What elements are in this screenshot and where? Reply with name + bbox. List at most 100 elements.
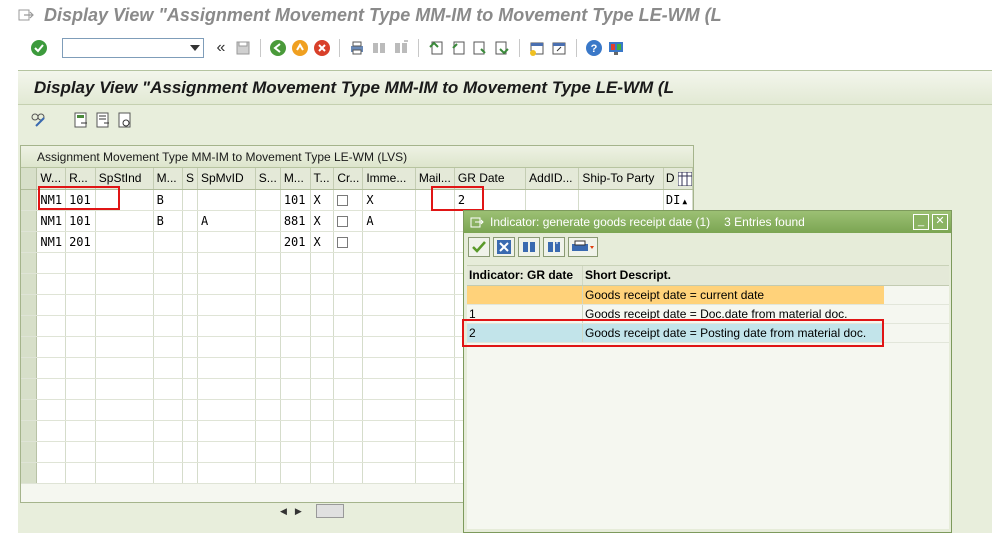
last-page-icon[interactable] — [492, 38, 512, 58]
cell-t[interactable]: X — [310, 210, 335, 232]
scroll-thumb[interactable] — [315, 504, 344, 518]
column-header[interactable]: Ship-To Party — [578, 168, 664, 190]
next-page-icon[interactable] — [470, 38, 490, 58]
column-header[interactable]: Imme... — [362, 168, 416, 190]
accept-check-icon[interactable] — [468, 237, 490, 257]
short-description[interactable]: Goods receipt date = current date — [583, 286, 884, 304]
row-selector[interactable] — [21, 441, 38, 463]
deselect-all-icon[interactable] — [93, 110, 113, 130]
column-header[interactable]: Indicator: GR date — [467, 266, 583, 285]
cell-cr[interactable] — [333, 231, 364, 253]
row-selector[interactable] — [21, 189, 38, 211]
cell-ship-to[interactable] — [578, 189, 664, 211]
cell-cr[interactable] — [333, 189, 364, 211]
cell-imme[interactable]: X — [362, 189, 416, 211]
close-button[interactable]: ✕ — [932, 214, 948, 230]
row-selector[interactable] — [21, 231, 38, 253]
cell-d[interactable]: DI ▲ — [663, 189, 694, 211]
exit-icon[interactable] — [18, 7, 34, 23]
row-selector[interactable] — [21, 210, 38, 232]
select-all-icon[interactable] — [71, 110, 91, 130]
shortcut-icon[interactable] — [549, 38, 569, 58]
customize-layout-icon[interactable] — [606, 38, 626, 58]
row-selector[interactable] — [21, 315, 38, 337]
enter-check-icon[interactable] — [29, 38, 49, 58]
cell-warehouse[interactable]: NM1 — [36, 231, 67, 253]
create-session-icon[interactable] — [527, 38, 547, 58]
row-selector[interactable] — [21, 462, 38, 484]
cell-warehouse[interactable]: NM1 — [36, 210, 67, 232]
cell-s[interactable] — [182, 231, 198, 253]
cell-ref-movement[interactable]: 201 — [65, 231, 96, 253]
cell-mail[interactable] — [415, 231, 455, 253]
back-icon[interactable] — [268, 38, 288, 58]
column-header[interactable]: SpMvID — [197, 168, 256, 190]
cell-s2[interactable] — [255, 210, 281, 232]
help-icon[interactable]: ? — [584, 38, 604, 58]
cell-imme[interactable] — [362, 231, 416, 253]
cell-t[interactable]: X — [310, 189, 335, 211]
cell-spstind[interactable] — [95, 210, 154, 232]
row-selector[interactable] — [21, 399, 38, 421]
save-icon[interactable] — [233, 38, 253, 58]
scroll-right-icon[interactable]: ▶ — [295, 506, 302, 517]
cell-spmvid[interactable] — [197, 189, 256, 211]
checkbox[interactable] — [337, 194, 349, 206]
select-all-column-button[interactable] — [21, 168, 38, 190]
column-header[interactable]: Short Descript. — [583, 266, 884, 285]
column-settings-icon[interactable] — [677, 171, 692, 187]
cell-s[interactable] — [182, 210, 198, 232]
command-input[interactable] — [63, 39, 183, 57]
indicator-value[interactable] — [467, 286, 583, 304]
print-icon[interactable] — [347, 38, 367, 58]
cell-addid[interactable] — [525, 189, 580, 211]
cell-s[interactable] — [182, 189, 198, 211]
table-row[interactable]: NM1 101 B 101 X X 2 DI ▲ — [21, 189, 694, 211]
display-change-icon[interactable] — [29, 110, 49, 130]
column-header[interactable]: T... — [310, 168, 335, 190]
row-selector[interactable] — [21, 378, 38, 400]
column-header[interactable]: D — [663, 168, 694, 190]
horizontal-scrollbar[interactable]: ◀ ▶ — [276, 503, 456, 519]
cell-ref-movement[interactable]: 101 — [65, 210, 96, 232]
cell-spstind[interactable] — [95, 231, 154, 253]
previous-page-icon[interactable] — [448, 38, 468, 58]
column-header[interactable]: S... — [255, 168, 281, 190]
cell-s2[interactable] — [255, 189, 281, 211]
cell-mail[interactable] — [415, 210, 455, 232]
find-next-icon[interactable] — [391, 38, 411, 58]
column-header[interactable]: AddID... — [525, 168, 580, 190]
cell-movement-type[interactable]: 201 — [280, 231, 311, 253]
cell-t[interactable]: X — [310, 231, 335, 253]
row-selector[interactable] — [21, 294, 38, 316]
minimize-button[interactable]: _ — [913, 214, 929, 230]
column-header[interactable]: M... — [153, 168, 183, 190]
chevron-down-icon[interactable] — [190, 45, 200, 51]
find-next-icon[interactable] — [543, 237, 565, 257]
exit-circle-icon[interactable] — [290, 38, 310, 58]
cancel-icon[interactable] — [312, 38, 332, 58]
cell-spmvid[interactable]: A — [197, 210, 256, 232]
checkbox[interactable] — [337, 236, 349, 248]
row-selector[interactable] — [21, 420, 38, 442]
details-icon[interactable] — [115, 110, 135, 130]
find-icon[interactable] — [369, 38, 389, 58]
cell-imme[interactable]: A — [362, 210, 416, 232]
cell-m[interactable] — [153, 231, 183, 253]
row-selector[interactable] — [21, 273, 38, 295]
scroll-left-icon[interactable]: ◀ — [280, 506, 287, 517]
row-selector[interactable] — [21, 357, 38, 379]
column-header[interactable]: S — [182, 168, 198, 190]
scroll-up-icon[interactable]: ▲ — [682, 197, 687, 206]
column-header[interactable]: Cr... — [333, 168, 364, 190]
first-page-icon[interactable] — [426, 38, 446, 58]
list-item[interactable]: Goods receipt date = current date — [467, 286, 949, 305]
cell-movement-type[interactable]: 881 — [280, 210, 311, 232]
cancel-x-icon[interactable] — [493, 237, 515, 257]
cell-cr[interactable] — [333, 210, 364, 232]
cell-s2[interactable] — [255, 231, 281, 253]
row-selector[interactable] — [21, 336, 38, 358]
print-icon[interactable] — [568, 237, 598, 257]
command-field[interactable] — [62, 38, 204, 58]
row-selector[interactable] — [21, 252, 38, 274]
